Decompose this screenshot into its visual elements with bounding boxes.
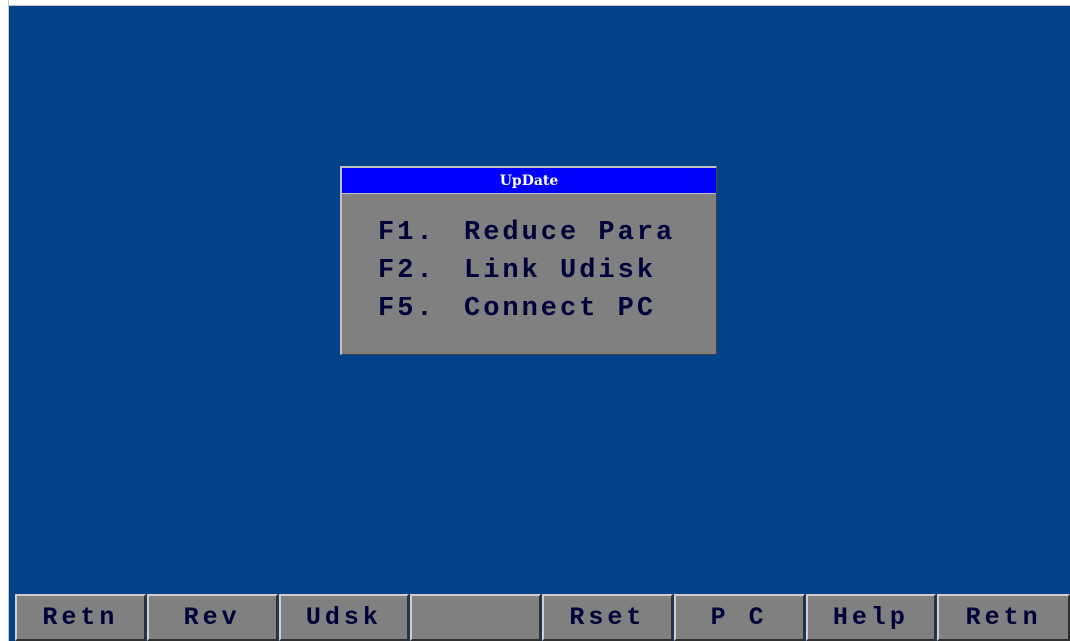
menu-item-label: Link Udisk: [464, 256, 657, 286]
menu-item-connect-pc[interactable]: F5. Connect PC: [378, 290, 675, 328]
screen-frame: UpDate F1. Reduce Para F2. Link Udisk F5…: [0, 0, 1070, 641]
menu-item-link-udisk[interactable]: F2. Link Udisk: [378, 252, 675, 290]
update-dialog: UpDate F1. Reduce Para F2. Link Udisk F5…: [340, 166, 717, 355]
fkey-udsk-button[interactable]: Udsk: [278, 594, 410, 641]
update-menu: F1. Reduce Para F2. Link Udisk F5. Conne…: [378, 214, 675, 328]
left-border: [0, 0, 9, 641]
menu-item-label: Reduce Para: [464, 218, 676, 248]
fkey-pc-button[interactable]: P C: [673, 594, 805, 641]
menu-item-key: F5.: [378, 294, 436, 324]
menu-item-reduce-para[interactable]: F1. Reduce Para: [378, 214, 675, 252]
dialog-title: UpDate: [342, 168, 716, 194]
menu-item-label: Connect PC: [464, 294, 657, 324]
fkey-retn-button-right[interactable]: Retn: [937, 594, 1070, 641]
fkey-blank-button[interactable]: [410, 594, 541, 641]
fkey-rset-button[interactable]: Rset: [542, 594, 673, 641]
function-key-bar: Retn Rev Udsk Rset P C Help Retn: [15, 594, 1070, 641]
fkey-help-button[interactable]: Help: [805, 594, 937, 641]
menu-item-key: F2.: [378, 256, 436, 286]
fkey-retn-button[interactable]: Retn: [15, 594, 146, 641]
menu-item-key: F1.: [378, 218, 436, 248]
fkey-rev-button[interactable]: Rev: [146, 594, 278, 641]
